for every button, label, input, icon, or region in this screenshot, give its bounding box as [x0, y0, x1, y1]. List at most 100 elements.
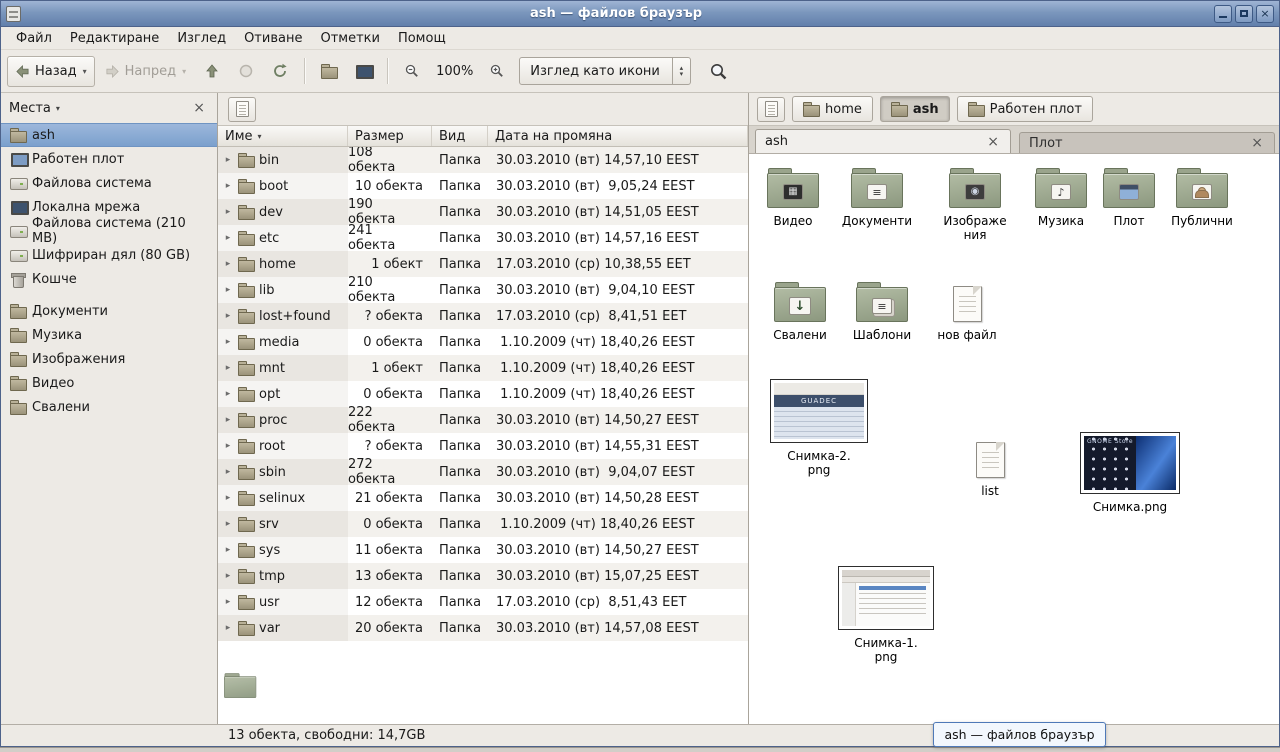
sidebar-item[interactable]: Файлова система (210 MB): [1, 219, 217, 243]
expander-icon[interactable]: ▸: [223, 519, 233, 529]
table-row[interactable]: ▸ tmp 13 обекта Папка 30.03.2010 (вт) 15…: [218, 563, 748, 589]
icon-image-snimka[interactable]: GNOME Store Снимка.png: [1075, 432, 1185, 514]
expander-icon[interactable]: ▸: [223, 155, 233, 165]
path-button-home[interactable]: home: [792, 96, 873, 122]
home-button[interactable]: [313, 56, 345, 87]
table-row[interactable]: ▸ selinux 21 обекта Папка 30.03.2010 (вт…: [218, 485, 748, 511]
sidebar-item[interactable]: Свалени: [1, 395, 217, 419]
expander-icon[interactable]: ▸: [223, 285, 233, 295]
table-row[interactable]: ▸ root ? обекта Папка 30.03.2010 (вт) 14…: [218, 433, 748, 459]
search-button[interactable]: [701, 56, 736, 87]
menu-go[interactable]: Отиване: [235, 29, 311, 48]
tab-desktop[interactable]: Плот ×: [1019, 132, 1275, 153]
table-row[interactable]: ▸ lib 210 обекта Папка 30.03.2010 (вт) 9…: [218, 277, 748, 303]
pathbar-root-button[interactable]: [228, 97, 256, 122]
pathbar-root-button[interactable]: [757, 97, 785, 122]
icon-folder-templates[interactable]: ≡ Шаблони: [840, 282, 924, 342]
sidebar-item[interactable]: Изображения: [1, 347, 217, 371]
taskbar-window-button[interactable]: ash — файлов браузър: [933, 722, 1106, 747]
column-header-name[interactable]: Име ▾: [218, 126, 348, 146]
zoom-in-button[interactable]: [481, 56, 513, 87]
icon-folder-documents[interactable]: ≡ Документи: [835, 168, 919, 228]
table-row[interactable]: ▸ sys 11 обекта Папка 30.03.2010 (вт) 14…: [218, 537, 748, 563]
expander-icon[interactable]: ▸: [223, 363, 233, 373]
table-row[interactable]: ▸ var 20 обекта Папка 30.03.2010 (вт) 14…: [218, 615, 748, 641]
stop-button[interactable]: [230, 56, 262, 87]
expander-icon[interactable]: ▸: [223, 415, 233, 425]
sidebar-item[interactable]: Шифриран дял (80 GB): [1, 243, 217, 267]
table-row[interactable]: ▸ home 1 обект Папка 17.03.2010 (ср) 10,…: [218, 251, 748, 277]
expander-icon[interactable]: ▸: [223, 623, 233, 633]
table-row[interactable]: ▸ sbin 272 обекта Папка 30.03.2010 (вт) …: [218, 459, 748, 485]
expander-icon[interactable]: ▸: [223, 597, 233, 607]
expander-icon[interactable]: ▸: [223, 389, 233, 399]
sidebar-item[interactable]: Документи: [1, 299, 217, 323]
sidebar-item[interactable]: Музика: [1, 323, 217, 347]
sidebar-close-icon[interactable]: ×: [189, 101, 209, 115]
sidebar-chevron-icon[interactable]: ▾: [56, 104, 60, 113]
close-button[interactable]: ×: [1256, 5, 1274, 23]
table-row[interactable]: ▸ bin 108 обекта Папка 30.03.2010 (вт) 1…: [218, 147, 748, 173]
table-row[interactable]: ▸ usr 12 обекта Папка 17.03.2010 (ср) 8,…: [218, 589, 748, 615]
expander-icon[interactable]: ▸: [223, 311, 233, 321]
icon-folder-images[interactable]: ◉ Изображения: [933, 168, 1017, 243]
icon-file-list[interactable]: list: [948, 442, 1032, 498]
zoom-out-button[interactable]: [396, 56, 428, 87]
tab-close-icon[interactable]: ×: [985, 135, 1001, 149]
expander-icon[interactable]: ▸: [223, 181, 233, 191]
icon-folder-public[interactable]: Публични: [1160, 168, 1244, 228]
forward-button[interactable]: Напред ▾: [97, 56, 195, 87]
table-row[interactable]: ▸ srv 0 обекта Папка 1.10.2009 (чт) 18,4…: [218, 511, 748, 537]
table-row[interactable]: ▸ etc 241 обекта Папка 30.03.2010 (вт) 1…: [218, 225, 748, 251]
combobox-spinner-icon[interactable]: ▴ ▾: [672, 58, 690, 84]
expander-icon[interactable]: ▸: [223, 233, 233, 243]
menu-file[interactable]: Файл: [7, 29, 61, 48]
minimize-button[interactable]: [1214, 5, 1232, 23]
expander-icon[interactable]: ▸: [223, 441, 233, 451]
maximize-button[interactable]: [1235, 5, 1253, 23]
sidebar-item[interactable]: ash: [1, 123, 217, 147]
menu-help[interactable]: Помощ: [389, 29, 455, 48]
table-row[interactable]: ▸ mnt 1 обект Папка 1.10.2009 (чт) 18,40…: [218, 355, 748, 381]
sidebar-item[interactable]: Файлова система: [1, 171, 217, 195]
up-button[interactable]: [196, 56, 228, 87]
path-button-ash[interactable]: ash: [880, 96, 950, 122]
sidebar-item[interactable]: Кошче: [1, 267, 217, 291]
icon-image-snimka-1[interactable]: Снимка-1.png: [831, 566, 941, 665]
menu-bookmarks[interactable]: Отметки: [311, 29, 388, 48]
column-header-size[interactable]: Размер: [348, 126, 432, 146]
path-button-desktop[interactable]: Работен плот: [957, 96, 1093, 122]
icon-image-snimka-2[interactable]: GUADEC Снимка-2.png: [764, 379, 874, 478]
expander-icon[interactable]: ▸: [223, 259, 233, 269]
table-row[interactable]: ▸ opt 0 обекта Папка 1.10.2009 (чт) 18,4…: [218, 381, 748, 407]
icon-file-new[interactable]: нов файл: [925, 286, 1009, 342]
icon-folder-downloads[interactable]: ↓ Свалени: [758, 282, 842, 342]
menu-view[interactable]: Изглед: [168, 29, 235, 48]
table-row[interactable]: ▸ lost+found ? обекта Папка 17.03.2010 (…: [218, 303, 748, 329]
back-history-chevron-icon[interactable]: ▾: [83, 67, 87, 76]
table-row[interactable]: ▸ media 0 обекта Папка 1.10.2009 (чт) 18…: [218, 329, 748, 355]
expander-icon[interactable]: ▸: [223, 545, 233, 555]
table-row[interactable]: ▸ boot 10 обекта Папка 30.03.2010 (вт) 9…: [218, 173, 748, 199]
reload-button[interactable]: [264, 56, 296, 87]
tab-close-icon[interactable]: ×: [1249, 136, 1265, 150]
column-header-date[interactable]: Дата на промяна: [488, 126, 748, 146]
sidebar-item[interactable]: Работен плот: [1, 147, 217, 171]
expander-icon[interactable]: ▸: [223, 207, 233, 217]
icon-folder-video[interactable]: ▦ Видео: [751, 168, 835, 228]
table-row[interactable]: ▸ dev 190 обекта Папка 30.03.2010 (вт) 1…: [218, 199, 748, 225]
expander-icon[interactable]: ▸: [223, 493, 233, 503]
computer-button[interactable]: [347, 56, 379, 87]
menu-edit[interactable]: Редактиране: [61, 29, 168, 48]
expander-icon[interactable]: ▸: [223, 467, 233, 477]
icon-folder-desktop[interactable]: Плот: [1087, 168, 1171, 228]
view-mode-combobox[interactable]: Изглед като икони ▴ ▾: [519, 57, 691, 85]
sidebar-title[interactable]: Места: [9, 101, 51, 116]
tab-ash[interactable]: ash ×: [755, 129, 1011, 153]
column-header-type[interactable]: Вид: [432, 126, 488, 146]
table-row[interactable]: ▸ proc 222 обекта Папка 30.03.2010 (вт) …: [218, 407, 748, 433]
expander-icon[interactable]: ▸: [223, 337, 233, 347]
back-button[interactable]: Назад ▾: [7, 56, 95, 87]
sidebar-item[interactable]: Видео: [1, 371, 217, 395]
expander-icon[interactable]: ▸: [223, 571, 233, 581]
